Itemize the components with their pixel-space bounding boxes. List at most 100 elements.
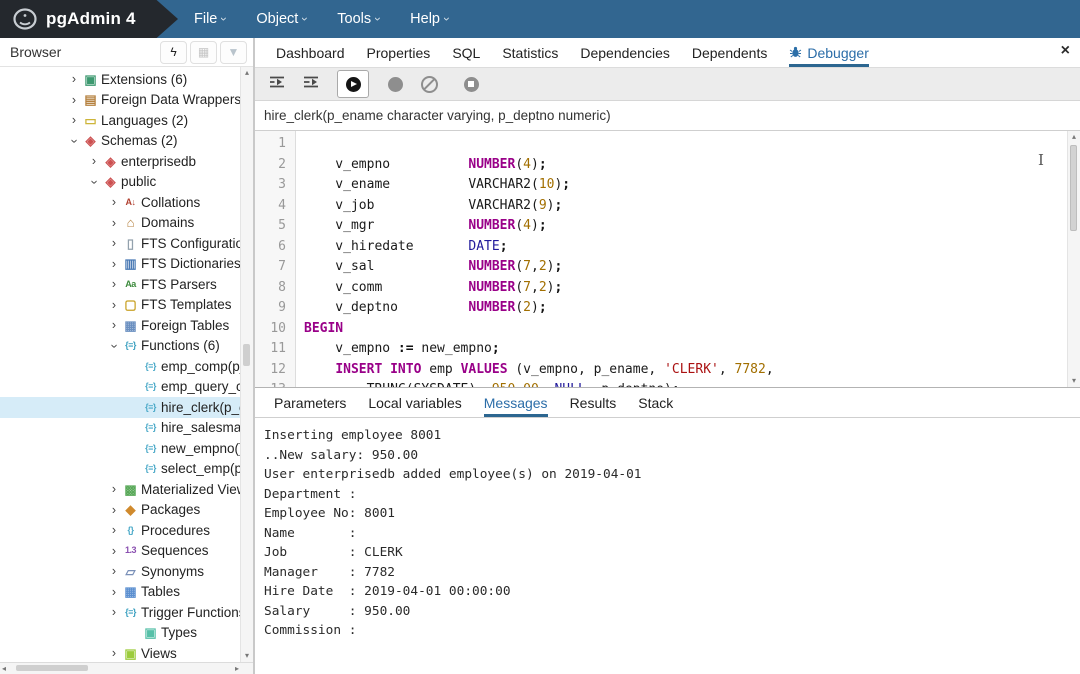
chevron-right-icon[interactable]: ›: [106, 483, 122, 496]
query-tool-button[interactable]: ϟ: [160, 41, 187, 64]
tree-item-fts-configurations[interactable]: ›▯FTS Configurations: [0, 233, 253, 254]
tab-dashboard[interactable]: Dashboard: [276, 38, 345, 67]
toggle-breakpoint-button[interactable]: [379, 70, 411, 98]
chevron-right-icon[interactable]: ›: [106, 278, 122, 291]
tree-item-fts-templates[interactable]: ›▢FTS Templates: [0, 295, 253, 316]
tree-item-fts-parsers[interactable]: ›AaFTS Parsers: [0, 274, 253, 295]
tree-item-extensions-6[interactable]: ›▣Extensions (6): [0, 69, 253, 90]
editor-vertical-scrollbar[interactable]: ▴ ▾: [1067, 131, 1080, 387]
chevron-right-icon[interactable]: ›: [106, 258, 122, 271]
tree-item-select-emp-p-e[interactable]: {≡}select_emp(p_e: [0, 459, 253, 480]
filter-button[interactable]: ▼: [220, 41, 247, 64]
tree-item-hire-salesman[interactable]: {≡}hire_salesman(: [0, 418, 253, 439]
tree-item-public[interactable]: ›◈public: [0, 172, 253, 193]
tree-vertical-scrollbar[interactable]: ▴ ▾: [240, 67, 253, 662]
tab-properties[interactable]: Properties: [367, 38, 431, 67]
code-line: [304, 134, 1080, 155]
chevron-right-icon[interactable]: ›: [66, 73, 82, 86]
tab-debugger[interactable]: Debugger: [789, 38, 869, 67]
scroll-left-icon[interactable]: ◂: [2, 664, 6, 673]
step-over-button[interactable]: [295, 70, 327, 98]
menu-object[interactable]: Object›: [256, 11, 307, 27]
tree-item-foreign-tables[interactable]: ›▦Foreign Tables: [0, 315, 253, 336]
chevron-right-icon[interactable]: ›: [106, 237, 122, 250]
tree-item-synonyms[interactable]: ›▱Synonyms: [0, 561, 253, 582]
tree-item-procedures[interactable]: ›{}Procedures: [0, 520, 253, 541]
tree-item-functions-6[interactable]: ›{≡}Functions (6): [0, 336, 253, 357]
tab-sql[interactable]: SQL: [452, 38, 480, 67]
step-into-button[interactable]: [261, 70, 293, 98]
chevron-right-icon[interactable]: ›: [66, 94, 82, 107]
tree-item-views[interactable]: ›▣Views: [0, 643, 253, 662]
chevron-down-icon[interactable]: ›: [108, 338, 121, 354]
extensions-icon: ▣: [82, 73, 99, 86]
chevron-down-icon[interactable]: ›: [68, 133, 81, 149]
continue-button[interactable]: [337, 70, 369, 98]
tree-horizontal-scrollbar[interactable]: ◂ ▸: [0, 662, 253, 674]
scroll-down-icon[interactable]: ▾: [241, 650, 253, 662]
chevron-right-icon[interactable]: ›: [106, 606, 122, 619]
tab-dependents[interactable]: Dependents: [692, 38, 768, 67]
scroll-right-icon[interactable]: ▸: [235, 664, 239, 673]
tab-stack[interactable]: Stack: [638, 388, 673, 417]
tree-item-foreign-data-wrappers-2[interactable]: ›▤Foreign Data Wrappers (2: [0, 90, 253, 111]
tree-item-materialized-views[interactable]: ›▩Materialized Views: [0, 479, 253, 500]
code-editor[interactable]: 1234567891011121314 v_empno NUMBER(4); v…: [255, 131, 1080, 387]
close-panel-button[interactable]: ×: [1061, 43, 1070, 59]
menu-help[interactable]: Help›: [410, 11, 449, 27]
clear-all-breakpoints-button[interactable]: [413, 70, 445, 98]
chevron-right-icon[interactable]: ›: [106, 545, 122, 558]
chevron-right-icon[interactable]: ›: [106, 586, 122, 599]
scrollbar-thumb[interactable]: [243, 344, 250, 366]
chevron-right-icon[interactable]: ›: [106, 565, 122, 578]
tree-item-collations[interactable]: ›A↓Collations: [0, 192, 253, 213]
tree-item-emp-comp-p-s[interactable]: {≡}emp_comp(p_s: [0, 356, 253, 377]
tree-item-label: enterprisedb: [119, 154, 196, 169]
menu-file[interactable]: File›: [194, 11, 226, 27]
tree-item-fts-dictionaries[interactable]: ›▥FTS Dictionaries: [0, 254, 253, 275]
view-data-button[interactable]: ▦: [190, 41, 217, 64]
menu-tools[interactable]: Tools›: [337, 11, 380, 27]
chevron-right-icon[interactable]: ›: [106, 217, 122, 230]
tree-item-enterprisedb[interactable]: ›◈enterprisedb: [0, 151, 253, 172]
chevron-right-icon[interactable]: ›: [106, 647, 122, 660]
tab-parameters[interactable]: Parameters: [274, 388, 346, 417]
chevron-right-icon[interactable]: ›: [86, 155, 102, 168]
tree-item-trigger-functions[interactable]: ›{≡}Trigger Functions: [0, 602, 253, 623]
function-icon: {≡}: [142, 464, 159, 473]
tree-item-sequences[interactable]: ›1.3Sequences: [0, 541, 253, 562]
chevron-down-icon[interactable]: ›: [88, 174, 101, 190]
scrollbar-thumb[interactable]: [16, 665, 88, 671]
scrollbar-thumb[interactable]: [1070, 145, 1077, 231]
browser-panel: Browser ϟ▦▼ ›▣Extensions (6)›▤Foreign Da…: [0, 38, 253, 674]
tree-item-emp-query-cal[interactable]: {≡}emp_query_cal: [0, 377, 253, 398]
collations-icon: A↓: [122, 198, 139, 207]
tree-item-types[interactable]: ▣Types: [0, 623, 253, 644]
tree-item-packages[interactable]: ›◆Packages: [0, 500, 253, 521]
tab-local-variables[interactable]: Local variables: [368, 388, 461, 417]
tab-results[interactable]: Results: [570, 388, 617, 417]
tree-item-hire-clerk-p-en[interactable]: {≡}hire_clerk(p_en: [0, 397, 253, 418]
chevron-right-icon[interactable]: ›: [106, 196, 122, 209]
chevron-right-icon[interactable]: ›: [106, 504, 122, 517]
tree-item-label: FTS Dictionaries: [139, 256, 241, 271]
tree-item-tables[interactable]: ›▦Tables: [0, 582, 253, 603]
stop-button[interactable]: [455, 70, 487, 98]
scroll-down-icon[interactable]: ▾: [1068, 375, 1080, 387]
tree-item-domains[interactable]: ›⌂Domains: [0, 213, 253, 234]
tab-dependencies[interactable]: Dependencies: [580, 38, 670, 67]
tab-statistics[interactable]: Statistics: [502, 38, 558, 67]
chevron-right-icon[interactable]: ›: [106, 299, 122, 312]
tab-messages[interactable]: Messages: [484, 388, 548, 417]
chevron-right-icon[interactable]: ›: [106, 524, 122, 537]
scroll-up-icon[interactable]: ▴: [241, 67, 253, 79]
line-number: 9: [255, 298, 295, 319]
chevron-right-icon[interactable]: ›: [106, 319, 122, 332]
tree-item-schemas-2[interactable]: ›◈Schemas (2): [0, 131, 253, 152]
chevron-right-icon[interactable]: ›: [66, 114, 82, 127]
scroll-up-icon[interactable]: ▴: [1068, 131, 1080, 143]
object-browser-tree[interactable]: ›▣Extensions (6)›▤Foreign Data Wrappers …: [0, 67, 253, 662]
tree-item-new-empno[interactable]: {≡}new_empno(): [0, 438, 253, 459]
code-area[interactable]: v_empno NUMBER(4); v_ename VARCHAR2(10);…: [296, 131, 1080, 387]
tree-item-languages-2[interactable]: ›▭Languages (2): [0, 110, 253, 131]
